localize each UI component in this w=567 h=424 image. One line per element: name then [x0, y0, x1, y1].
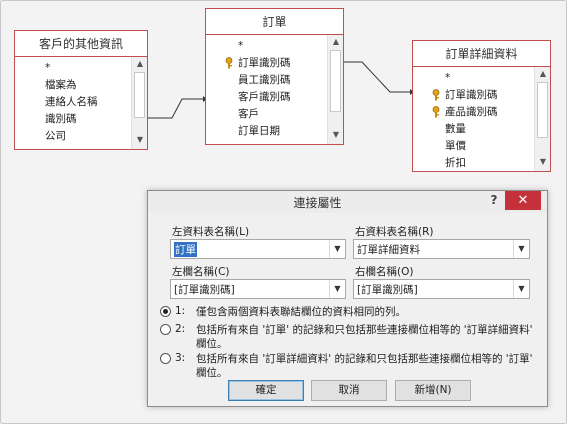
chevron-down-icon[interactable]: ▼: [513, 240, 529, 258]
join-option-3[interactable]: 3: 包括所有來自 '訂單詳細資料' 的記錄和只包括那些連接欄位相等的 '訂單'…: [160, 352, 540, 382]
chevron-down-icon[interactable]: ▼: [329, 280, 345, 298]
right-column-value: [訂單識別碼]: [357, 284, 418, 296]
scroll-up-icon[interactable]: ▲: [535, 67, 551, 81]
scrollbar-thumb[interactable]: [134, 72, 145, 118]
chevron-down-icon[interactable]: ▼: [513, 280, 529, 298]
field-item[interactable]: 訂單日期: [206, 123, 327, 140]
scroll-down-icon[interactable]: ▼: [535, 155, 551, 169]
right-column-label: 右欄名稱(O): [355, 266, 414, 278]
field-item[interactable]: 折扣: [413, 155, 534, 172]
close-button[interactable]: ✕: [505, 191, 541, 210]
vertical-scrollbar[interactable]: ▲ ▼: [327, 35, 343, 144]
left-column-label: 左欄名稱(C): [172, 266, 230, 278]
primary-key-icon: [225, 57, 233, 69]
dialog-title: 連接屬性: [293, 196, 342, 210]
field-item[interactable]: *: [206, 38, 327, 55]
left-table-value: 訂單: [174, 242, 197, 257]
vertical-scrollbar[interactable]: ▲ ▼: [534, 67, 550, 171]
ok-button[interactable]: 確定: [228, 380, 304, 401]
table-orders[interactable]: 訂單 * 訂單識別碼 員工識別碼 客戶識別碼 客戶 訂單日期 ▲ ▼: [205, 8, 344, 145]
field-item-primary-key[interactable]: 訂單識別碼: [413, 87, 534, 104]
right-column-select[interactable]: [訂單識別碼] ▼: [353, 279, 530, 299]
table-customer-info[interactable]: 客戶的其他資訊 * 檔案為 連絡人名稱 識別碼 公司 ▲ ▼: [14, 30, 148, 150]
join-option-2[interactable]: 2: 包括所有來自 '訂單' 的記錄和只包括那些連接欄位相等的 '訂單詳細資料'…: [160, 323, 540, 353]
field-item[interactable]: 客戶: [206, 106, 327, 123]
right-table-select[interactable]: 訂單詳細資料 ▼: [353, 239, 530, 259]
left-column-select[interactable]: [訂單識別碼] ▼: [170, 279, 346, 299]
option-text: 僅包含兩個資料表聯結欄位的資料相同的列。: [196, 306, 406, 318]
option-text: 包括所有來自 '訂單詳細資料' 的記錄和只包括那些連接欄位相等的 '訂單' 欄位…: [196, 353, 533, 379]
right-table-label: 右資料表名稱(R): [355, 226, 434, 238]
scroll-up-icon[interactable]: ▲: [328, 35, 344, 49]
scroll-down-icon[interactable]: ▼: [132, 133, 148, 147]
scrollbar-thumb[interactable]: [330, 50, 341, 112]
field-item[interactable]: 單價: [413, 138, 534, 155]
primary-key-icon: [432, 89, 440, 101]
chevron-down-icon[interactable]: ▼: [329, 240, 345, 258]
table-title[interactable]: 訂單詳細資料: [413, 41, 550, 67]
scroll-up-icon[interactable]: ▲: [132, 57, 148, 71]
dialog-title-bar[interactable]: 連接屬性 ? ✕: [148, 191, 547, 213]
field-item[interactable]: *: [15, 60, 131, 77]
help-icon[interactable]: ?: [487, 193, 501, 209]
field-item-primary-key[interactable]: 產品識別碼: [413, 104, 534, 121]
join-properties-dialog: 連接屬性 ? ✕ 左資料表名稱(L) 訂單 ▼ 右資料表名稱(R) 訂單詳細資料…: [147, 190, 548, 407]
option-number: 1:: [175, 305, 186, 317]
table-order-details[interactable]: 訂單詳細資料 * 訂單識別碼 產品識別碼 數量 單價 折扣 ▲ ▼: [412, 40, 551, 172]
field-item[interactable]: 數量: [413, 121, 534, 138]
left-column-value: [訂單識別碼]: [174, 284, 235, 296]
field-item[interactable]: 公司: [15, 128, 131, 145]
radio-option-1[interactable]: [160, 306, 171, 317]
option-number: 3:: [175, 352, 186, 364]
field-item[interactable]: 連絡人名稱: [15, 94, 131, 111]
right-table-value: 訂單詳細資料: [357, 244, 420, 256]
field-item[interactable]: 識別碼: [15, 111, 131, 128]
join-option-1[interactable]: 1: 僅包含兩個資料表聯結欄位的資料相同的列。: [160, 305, 540, 321]
option-number: 2:: [175, 323, 186, 335]
join-line-orders-details[interactable]: [344, 61, 412, 93]
scrollbar-thumb[interactable]: [537, 82, 548, 138]
relationship-line-customer-orders[interactable]: [148, 98, 204, 119]
table-title[interactable]: 訂單: [206, 9, 343, 35]
primary-key-icon: [432, 106, 440, 118]
new-button[interactable]: 新增(N): [395, 380, 471, 401]
radio-option-3[interactable]: [160, 353, 171, 364]
left-table-label: 左資料表名稱(L): [172, 226, 250, 238]
cancel-button[interactable]: 取消: [311, 380, 387, 401]
radio-option-2[interactable]: [160, 324, 171, 335]
left-table-select[interactable]: 訂單 ▼: [170, 239, 346, 259]
field-item[interactable]: 客戶識別碼: [206, 89, 327, 106]
vertical-scrollbar[interactable]: ▲ ▼: [131, 57, 147, 149]
scroll-down-icon[interactable]: ▼: [328, 128, 344, 142]
field-item-primary-key[interactable]: 訂單識別碼: [206, 55, 327, 72]
table-title[interactable]: 客戶的其他資訊: [15, 31, 147, 57]
field-item[interactable]: 員工識別碼: [206, 72, 327, 89]
field-item[interactable]: 檔案為: [15, 77, 131, 94]
option-text: 包括所有來自 '訂單' 的記錄和只包括那些連接欄位相等的 '訂單詳細資料' 欄位…: [196, 324, 533, 350]
field-item[interactable]: *: [413, 70, 534, 87]
